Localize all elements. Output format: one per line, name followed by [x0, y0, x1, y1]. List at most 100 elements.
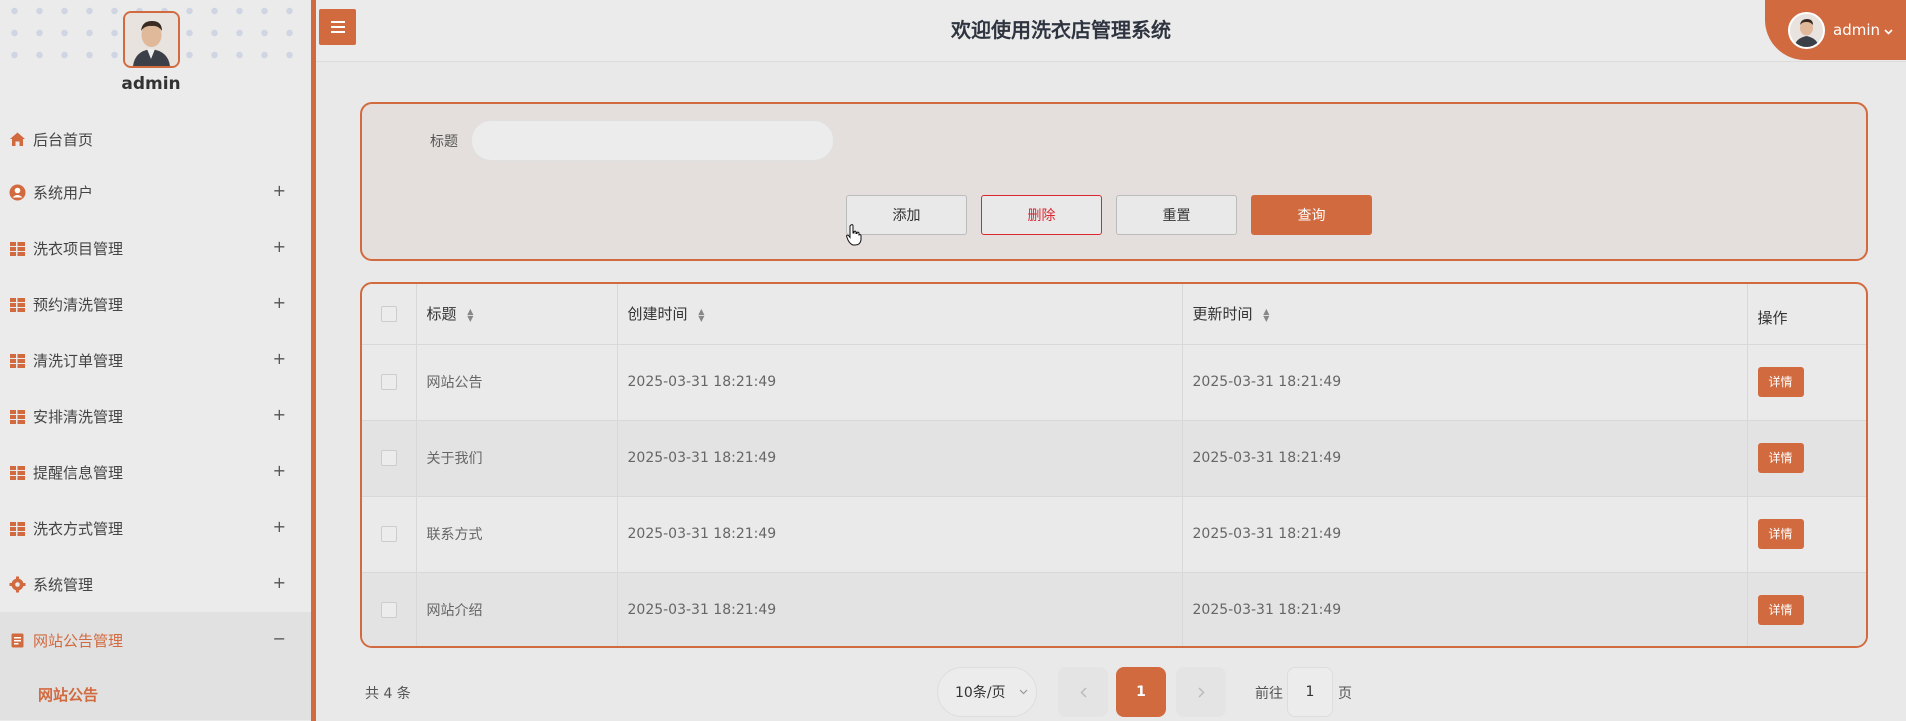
detail-button[interactable]: 详情: [1757, 595, 1804, 626]
search-panel: 标题 添加 删除 重置 查询: [360, 102, 1868, 261]
expand-icon[interactable]: +: [273, 293, 286, 312]
sidebar-item-system-users[interactable]: 系统用户 +: [0, 164, 311, 220]
chevron-left-icon: [1079, 686, 1087, 698]
document-icon: [9, 632, 26, 649]
grid-icon: [9, 296, 26, 313]
home-icon: [9, 131, 26, 148]
sidebar-item-label: 系统用户: [33, 183, 94, 202]
search-input[interactable]: [471, 120, 834, 161]
column-header-label: 标题: [426, 305, 457, 324]
cell-actions: 详情: [1747, 495, 1866, 572]
grid-icon: [9, 408, 26, 425]
cell-actions: 详情: [1747, 419, 1866, 496]
page-suffix: 页: [1338, 686, 1352, 702]
row-checkbox[interactable]: [380, 374, 397, 390]
column-header-title[interactable]: 标题 ▲ ▼: [416, 284, 618, 344]
row-checkbox[interactable]: [380, 526, 397, 542]
column-header-label: 更新时间: [1192, 305, 1253, 324]
sidebar-item-schedule-cleaning[interactable]: 安排清洗管理 +: [0, 388, 311, 444]
row-select-cell: [362, 571, 417, 646]
cell-title: 联系方式: [416, 495, 618, 572]
page-size-value: 10条/页: [955, 685, 1006, 701]
cell-updated: 2025-03-31 18:21:49: [1182, 419, 1748, 496]
column-header-actions: 操作: [1757, 309, 1788, 328]
table-row: 网站介绍 2025-03-31 18:21:49 2025-03-31 18:2…: [362, 571, 1866, 646]
cell-created: 2025-03-31 18:21:49: [617, 343, 1183, 420]
cell-actions: 详情: [1747, 343, 1866, 420]
search-label: 标题: [430, 134, 458, 150]
sidebar-item-label: 系统管理: [33, 575, 94, 594]
row-checkbox[interactable]: [380, 602, 397, 619]
detail-button[interactable]: 详情: [1757, 519, 1804, 549]
sort-icon[interactable]: ▲ ▼: [698, 307, 704, 322]
page-number-button[interactable]: 1: [1116, 667, 1166, 717]
cell-title: 关于我们: [416, 419, 618, 496]
goto-label: 前往: [1255, 686, 1283, 702]
page-title: 欢迎使用洗衣店管理系统: [951, 18, 1171, 42]
sidebar-item-label: 后台首页: [33, 130, 94, 149]
column-header-created[interactable]: 创建时间 ▲ ▼: [617, 284, 1183, 344]
sidebar-item-announcements[interactable]: 网站公告管理 −: [0, 612, 311, 668]
expand-icon[interactable]: +: [273, 405, 286, 424]
sidebar-subitem-announcement[interactable]: 网站公告: [0, 668, 311, 720]
sidebar-item-washing-methods[interactable]: 洗衣方式管理 +: [0, 500, 311, 556]
sidebar-item-label: 网站公告管理: [33, 631, 124, 650]
data-table: 标题 ▲ ▼ 创建时间 ▲ ▼ 更新时间 ▲ ▼ 操作 网站公告 2025-03-31…: [360, 282, 1868, 648]
sidebar-item-cleaning-orders[interactable]: 清洗订单管理 +: [0, 332, 311, 388]
sidebar-header: admin: [0, 0, 311, 112]
sidebar-item-home[interactable]: 后台首页: [0, 114, 311, 164]
row-select-cell: [362, 419, 417, 496]
sidebar-item-label: 清洗订单管理: [33, 351, 124, 370]
cell-actions: 详情: [1747, 571, 1866, 646]
user-menu[interactable]: admin: [1765, 0, 1906, 60]
cell-updated: 2025-03-31 18:21:49: [1182, 571, 1748, 646]
sidebar-menu: 后台首页 系统用户 + 洗衣项目管理 + 预约清洗管理 + 清洗订单管理 + 安…: [0, 114, 311, 720]
collapse-icon[interactable]: −: [273, 629, 286, 648]
next-page-button[interactable]: [1176, 667, 1226, 717]
detail-button[interactable]: 详情: [1757, 443, 1804, 473]
total-count: 共 4 条: [365, 686, 411, 702]
select-all-checkbox[interactable]: [380, 306, 397, 323]
select-all-cell: [362, 284, 417, 344]
header-username: admin: [1833, 21, 1880, 39]
chevron-down-icon: [1019, 687, 1028, 698]
sidebar-item-laundry-items[interactable]: 洗衣项目管理 +: [0, 220, 311, 276]
cell-title: 网站公告: [416, 343, 618, 420]
sort-icon[interactable]: ▲ ▼: [1263, 307, 1269, 322]
expand-icon[interactable]: +: [273, 181, 286, 200]
sidebar: admin 后台首页 系统用户 + 洗衣项目管理 + 预约清洗管理 + 清洗订单…: [0, 0, 316, 721]
sort-icon[interactable]: ▲ ▼: [467, 307, 473, 322]
gear-icon: [9, 576, 26, 593]
add-button[interactable]: 添加: [846, 195, 967, 235]
cell-updated: 2025-03-31 18:21:49: [1182, 343, 1748, 420]
expand-icon[interactable]: +: [273, 517, 286, 536]
sidebar-item-system-management[interactable]: 系统管理 +: [0, 556, 311, 612]
grid-icon: [9, 352, 26, 369]
reset-button[interactable]: 重置: [1116, 195, 1237, 235]
expand-icon[interactable]: +: [273, 349, 286, 368]
delete-button[interactable]: 删除: [981, 195, 1102, 235]
expand-icon[interactable]: +: [273, 573, 286, 592]
avatar: [123, 11, 180, 68]
row-checkbox[interactable]: [380, 450, 397, 466]
cell-updated: 2025-03-31 18:21:49: [1182, 495, 1748, 572]
chevron-down-icon: [1884, 21, 1893, 39]
grid-icon: [9, 464, 26, 481]
expand-icon[interactable]: +: [273, 237, 286, 256]
cell-created: 2025-03-31 18:21:49: [617, 495, 1183, 572]
grid-icon: [9, 240, 26, 257]
sidebar-item-label: 预约清洗管理: [33, 295, 124, 314]
sidebar-item-booking-cleaning[interactable]: 预约清洗管理 +: [0, 276, 311, 332]
row-select-cell: [362, 343, 417, 420]
expand-icon[interactable]: +: [273, 461, 286, 480]
row-select-cell: [362, 495, 417, 572]
detail-button[interactable]: 详情: [1757, 367, 1804, 397]
sidebar-item-reminders[interactable]: 提醒信息管理 +: [0, 444, 311, 500]
query-button[interactable]: 查询: [1251, 195, 1372, 235]
column-header-updated[interactable]: 更新时间 ▲ ▼: [1182, 284, 1748, 344]
prev-page-button[interactable]: [1058, 667, 1108, 717]
chevron-right-icon: [1197, 686, 1205, 698]
goto-page-input[interactable]: 1: [1287, 667, 1333, 717]
hand-cursor-icon: [845, 224, 862, 252]
page-size-select[interactable]: 10条/页: [937, 667, 1037, 717]
